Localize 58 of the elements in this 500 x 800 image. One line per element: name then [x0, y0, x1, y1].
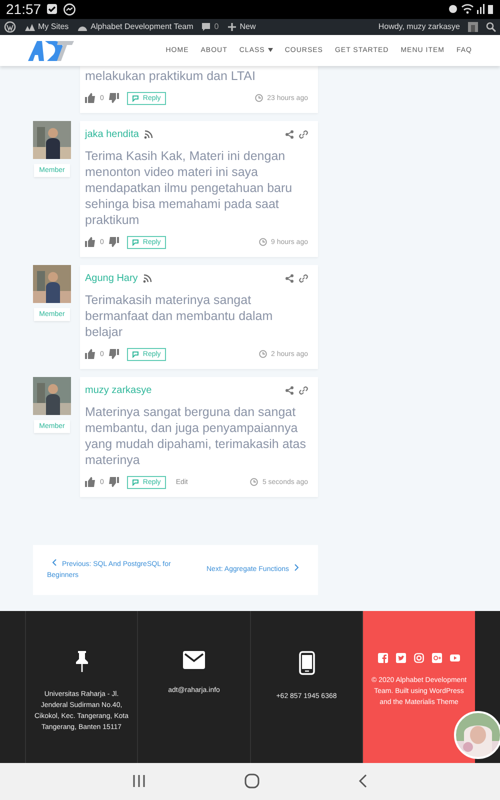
- clock-icon: [255, 94, 264, 102]
- search-icon[interactable]: [486, 22, 496, 32]
- speech-bubble-icon: [132, 478, 141, 486]
- share-icon[interactable]: [285, 386, 294, 395]
- pushpin-icon: [74, 650, 88, 673]
- thumbs-up-icon[interactable]: [85, 237, 96, 248]
- comment-icon: [201, 22, 212, 32]
- user-greeting[interactable]: Howdy, muzy zarkasye: [378, 22, 460, 32]
- logo-icon[interactable]: [28, 39, 74, 62]
- wordpress-icon[interactable]: [4, 20, 16, 33]
- link-icon[interactable]: [299, 130, 308, 139]
- thumbs-down-icon[interactable]: [108, 349, 119, 360]
- checkbox-icon: [46, 3, 58, 16]
- caret-icon[interactable]: [268, 48, 273, 52]
- comment-text: Terimakasih materinya sangat bermanfaat dan membantu dalam belajar: [85, 292, 274, 340]
- twitter-icon[interactable]: [396, 652, 406, 663]
- messenger-icon: [63, 2, 76, 16]
- link-icon[interactable]: [299, 386, 308, 395]
- comment-text: Terima Kasih Kak, Materi ini dengan menonton video materi ini saya mendapatkan ilmu pengetahuan baru sehinga bisa memahami pada saat praktikum: [85, 148, 294, 228]
- speech-bubble-icon: [132, 238, 141, 246]
- admin-bar-link[interactable]: 0: [201, 22, 219, 32]
- thumbs-up-icon[interactable]: [85, 93, 96, 104]
- clock-icon: [259, 238, 268, 246]
- clock: 21:57: [6, 1, 42, 18]
- status-icons: [448, 3, 494, 16]
- comment-text: Materinya sangat berguna dan sangat membantu, dan juga penyampaiannya yang mudah dipahami, terimakasih atas materinya: [85, 404, 307, 468]
- speech-bubble-icon: [132, 350, 141, 358]
- mail-icon: [183, 650, 205, 669]
- sites-icon: [24, 22, 35, 32]
- comment-text: melakukan praktikum dan LTAI: [85, 68, 256, 84]
- thumbs-down-icon[interactable]: [108, 237, 119, 248]
- share-icon[interactable]: [285, 274, 294, 283]
- share-icon[interactable]: [285, 130, 294, 139]
- admin-bar-link[interactable]: Alphabet Development Team: [76, 22, 194, 32]
- google-plus-icon[interactable]: [432, 652, 442, 663]
- youtube-icon[interactable]: [450, 652, 460, 663]
- clock-icon: [259, 350, 268, 358]
- facebook-icon[interactable]: [378, 652, 388, 663]
- phone-icon: [298, 650, 314, 675]
- chevron-left-icon: [52, 558, 57, 566]
- recent-apps-icon[interactable]: [132, 774, 146, 788]
- admin-bar-link[interactable]: New: [226, 22, 256, 32]
- thumbs-down-icon[interactable]: [108, 93, 119, 104]
- admin-bar-link[interactable]: My Sites: [24, 22, 69, 32]
- link-icon[interactable]: [299, 274, 308, 283]
- thumbs-up-icon[interactable]: [85, 349, 96, 360]
- thumbs-down-icon[interactable]: [108, 477, 119, 488]
- rss-icon[interactable]: [144, 130, 153, 139]
- home-icon[interactable]: [244, 773, 260, 790]
- plus-icon: [226, 22, 237, 32]
- user-avatar-icon: [468, 22, 478, 32]
- back-icon[interactable]: [358, 774, 368, 788]
- instagram-icon[interactable]: [414, 652, 424, 663]
- thumbs-up-icon[interactable]: [85, 477, 96, 488]
- speech-bubble-icon: [132, 94, 141, 102]
- clock-icon: [250, 478, 258, 486]
- chevron-right-icon: [294, 564, 299, 572]
- rss-icon[interactable]: [142, 274, 152, 283]
